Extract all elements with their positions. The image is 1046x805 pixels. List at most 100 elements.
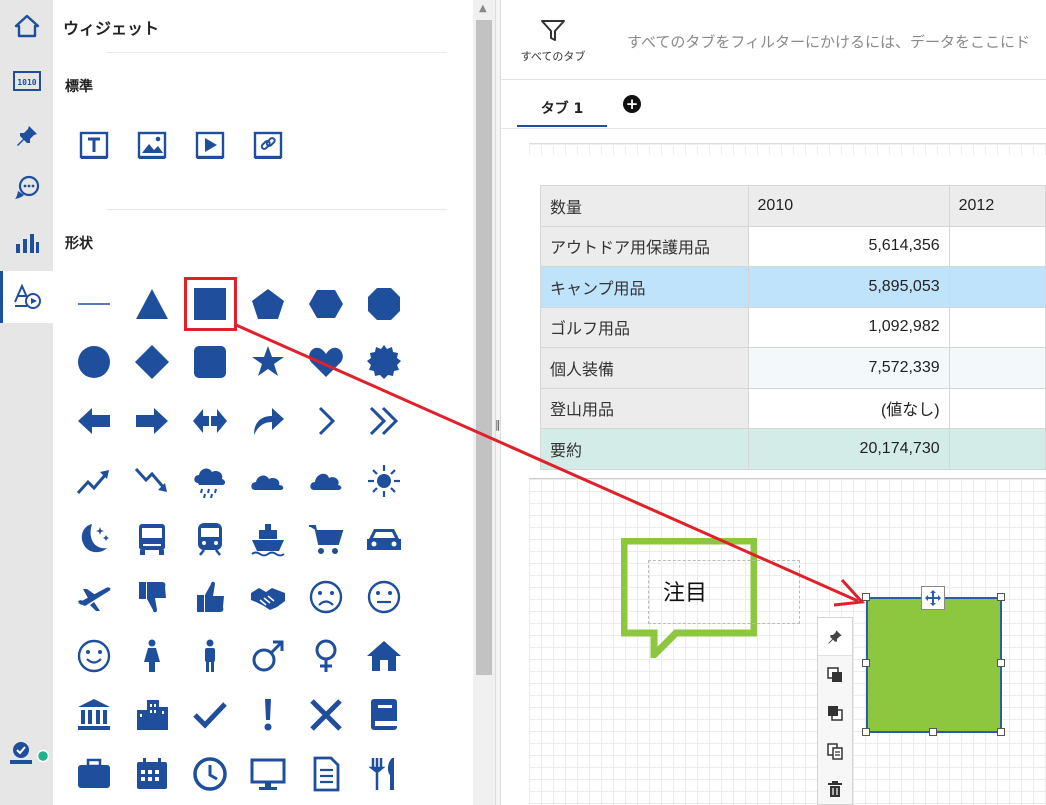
sun-icon[interactable] [355, 452, 413, 510]
bring-forward-icon[interactable] [818, 656, 852, 694]
sad-face-icon[interactable] [297, 568, 355, 626]
cloud-flat-icon[interactable] [239, 452, 297, 510]
arrow-left-icon[interactable] [65, 392, 123, 450]
panel-scrollbar[interactable]: ▲ [473, 0, 495, 805]
resize-handle[interactable] [862, 593, 870, 601]
move-handle-icon[interactable] [921, 586, 945, 610]
chart-icon[interactable] [0, 216, 53, 268]
value-cell [948, 428, 1046, 470]
male-icon[interactable] [181, 627, 239, 685]
female-icon[interactable] [123, 627, 181, 685]
video-widget-icon[interactable] [181, 117, 239, 175]
link-widget-icon[interactable] [239, 117, 297, 175]
scroll-up-icon[interactable]: ▲ [479, 3, 487, 14]
table-row[interactable]: 登山用品 (値なし) [540, 387, 1046, 429]
triangle-shape-icon[interactable] [123, 275, 181, 333]
trend-down-icon[interactable] [123, 452, 181, 510]
utensils-icon[interactable] [355, 745, 413, 803]
hexagon-shape-icon[interactable] [297, 275, 355, 333]
double-chevron-right-icon[interactable] [355, 392, 413, 450]
clock-icon[interactable] [181, 745, 239, 803]
female-symbol-icon[interactable] [297, 627, 355, 685]
chevron-right-icon[interactable] [297, 392, 355, 450]
table-row[interactable]: アウトドア用保護用品 5,614,356 [540, 225, 1046, 267]
user-check-icon[interactable] [0, 728, 53, 782]
resize-handle[interactable] [997, 593, 1005, 601]
book-icon[interactable] [355, 686, 413, 744]
buildings-icon[interactable] [123, 686, 181, 744]
header-cell: 数量 [540, 185, 749, 227]
moon-stars-icon[interactable] [65, 510, 123, 568]
cloud-icon[interactable] [297, 452, 355, 510]
car-icon[interactable] [355, 510, 413, 568]
pin-icon[interactable] [0, 110, 53, 162]
pin-icon[interactable] [818, 618, 852, 656]
trend-up-icon[interactable] [65, 452, 123, 510]
bank-icon[interactable] [65, 686, 123, 744]
exclamation-icon[interactable] [239, 686, 297, 744]
airplane-icon[interactable] [65, 568, 123, 626]
table-row[interactable]: キャンプ用品 5,895,053 [540, 266, 1046, 308]
neutral-face-icon[interactable] [355, 568, 413, 626]
rounded-square-shape-icon[interactable] [181, 333, 239, 391]
octagon-shape-icon[interactable] [355, 275, 413, 333]
resize-handle[interactable] [929, 728, 937, 736]
x-mark-icon[interactable] [297, 686, 355, 744]
cloud-rain-icon[interactable] [181, 452, 239, 510]
pentagon-shape-icon[interactable] [239, 275, 297, 333]
home-icon[interactable] [0, 0, 53, 52]
text-widget-icon[interactable] [65, 117, 123, 175]
crosstab-table[interactable]: 数量 2010 2012 アウトドア用保護用品 5,614,356 キャンプ用品… [540, 185, 1046, 470]
circle-shape-icon[interactable] [65, 333, 123, 391]
table-row[interactable]: 個人装備 7,572,339 [540, 347, 1046, 389]
arrow-right-icon[interactable] [123, 392, 181, 450]
heart-shape-icon[interactable] [297, 333, 355, 391]
row-label: ゴルフ用品 [540, 306, 749, 348]
arrow-curve-right-icon[interactable] [239, 392, 297, 450]
row-label: 登山用品 [540, 387, 749, 429]
handshake-icon[interactable] [239, 568, 297, 626]
male-symbol-icon[interactable] [239, 627, 297, 685]
house-icon[interactable] [355, 627, 413, 685]
tab-1[interactable]: タブ 1 [517, 95, 607, 127]
data-icon[interactable]: 1010 [0, 55, 53, 107]
tab-bar: タブ 1 + [501, 81, 1046, 129]
send-backward-icon[interactable] [818, 694, 852, 732]
filter-all-tabs-button[interactable]: すべてのタブ [513, 18, 593, 64]
value-cell [948, 347, 1046, 389]
diamond-shape-icon[interactable] [123, 333, 181, 391]
svg-text:1010: 1010 [17, 78, 36, 87]
seal-shape-icon[interactable] [355, 333, 413, 391]
summary-row[interactable]: 要約 20,174,730 [540, 428, 1046, 470]
resize-handle[interactable] [997, 728, 1005, 736]
add-tab-button[interactable]: + [623, 95, 641, 113]
truck-icon[interactable] [123, 510, 181, 568]
shapes-icon[interactable] [0, 271, 53, 323]
scroll-thumb[interactable] [476, 20, 492, 675]
line-shape-icon[interactable] [65, 275, 123, 333]
table-row[interactable]: ゴルフ用品 1,092,982 [540, 306, 1046, 348]
value-cell: 7,572,339 [747, 347, 950, 389]
resize-handle[interactable] [997, 659, 1005, 667]
happy-face-icon[interactable] [65, 627, 123, 685]
calendar-icon[interactable] [123, 745, 181, 803]
train-icon[interactable] [181, 510, 239, 568]
chat-icon[interactable] [0, 162, 53, 214]
briefcase-icon[interactable] [65, 745, 123, 803]
resize-handle[interactable] [862, 659, 870, 667]
splitter-grip-icon[interactable]: ‖ [495, 418, 501, 431]
resize-handle[interactable] [862, 728, 870, 736]
checkmark-icon[interactable] [181, 686, 239, 744]
document-icon[interactable] [297, 745, 355, 803]
image-widget-icon[interactable] [123, 117, 181, 175]
thumbs-down-icon[interactable] [123, 568, 181, 626]
monitor-icon[interactable] [239, 745, 297, 803]
shopping-cart-icon[interactable] [297, 510, 355, 568]
thumbs-up-icon[interactable] [181, 568, 239, 626]
duplicate-icon[interactable] [818, 732, 852, 770]
delete-icon[interactable] [818, 770, 852, 805]
selected-square-shape[interactable] [866, 597, 1002, 733]
arrow-left-right-icon[interactable] [181, 392, 239, 450]
star-shape-icon[interactable] [239, 333, 297, 391]
ship-icon[interactable] [239, 510, 297, 568]
